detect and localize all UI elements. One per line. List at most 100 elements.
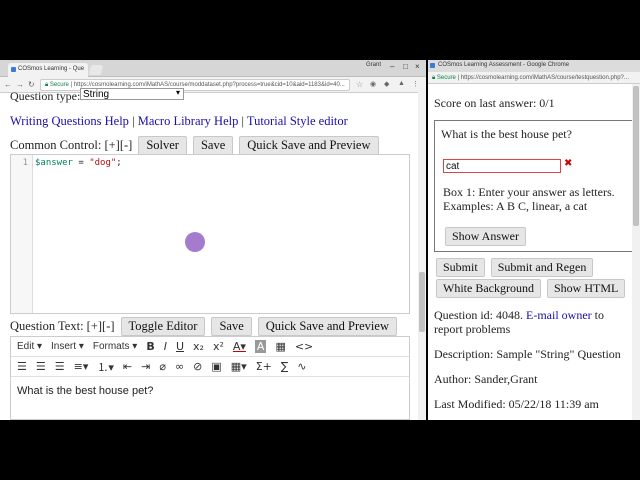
email-owner-link[interactable]: E-mail owner <box>526 308 592 322</box>
browser-tab[interactable]: COSmos Learning - Que <box>8 63 88 77</box>
scrollbar-thumb[interactable] <box>419 272 425 332</box>
answer-instructions: Box 1: Enter your answer as letters. Exa… <box>443 185 615 213</box>
outdent-icon[interactable]: ⇤ <box>123 360 132 373</box>
save-button[interactable]: Save <box>192 136 234 155</box>
close-window-button[interactable]: × <box>415 62 420 71</box>
align-right-icon[interactable]: ☰ <box>55 360 65 373</box>
show-html-button[interactable]: Show HTML <box>546 279 626 298</box>
menu-icon[interactable]: ⋮ <box>412 80 419 88</box>
help-links: Writing Questions Help | Macro Library H… <box>10 114 348 129</box>
tab-strip: COSmos Learning - Que Grant – □ × <box>0 60 426 77</box>
code-variable: $answer <box>35 158 73 168</box>
edit-menu[interactable]: Edit ▾ <box>17 341 42 352</box>
formats-menu[interactable]: Formats ▾ <box>93 341 137 352</box>
incorrect-icon: ✖ <box>564 158 573 169</box>
text-color-icon[interactable]: A▾ <box>233 340 246 353</box>
submit-button[interactable]: Submit <box>436 258 485 277</box>
question-type-value: String <box>83 89 110 100</box>
code-string: "dog" <box>89 158 117 168</box>
extension-icon[interactable]: ◉ <box>370 80 376 88</box>
secure-label: Secure <box>436 75 456 81</box>
extension-icon[interactable]: ▲ <box>398 80 405 87</box>
common-control-row: Common Control: [+][-] Solver Save Quick… <box>10 136 379 155</box>
bullet-list-icon[interactable]: ≡▾ <box>74 360 89 373</box>
preview-scrollbar[interactable] <box>632 84 640 420</box>
toggle-editor-button[interactable]: Toggle Editor <box>120 317 206 336</box>
description-text: Description: Sample "String" Question <box>434 347 621 361</box>
maximize-button[interactable]: □ <box>403 62 408 71</box>
page-scrollbar[interactable] <box>418 88 426 420</box>
code-line[interactable]: $answer = "dog"; <box>35 158 122 168</box>
question-type-select[interactable]: String <box>80 88 184 100</box>
url-input[interactable]: 🔒︎ Secure | https://cosmolearning.com/iM… <box>428 72 640 84</box>
sum-icon[interactable]: ∑ <box>281 360 288 373</box>
display-button-row: White Background Show HTML <box>436 279 626 298</box>
preview-browser-window: COSmos Learning Assessment - Google Chro… <box>428 60 640 420</box>
page-content: Question type: String Writing Questions … <box>0 88 418 420</box>
mouse-cursor-highlight <box>185 232 205 252</box>
table-grid-icon[interactable]: ▦ <box>275 340 285 353</box>
align-left-icon[interactable]: ☰ <box>17 360 27 373</box>
editor-body[interactable]: What is the best house pet? <box>11 377 409 405</box>
rich-text-editor: Edit ▾ Insert ▾ Formats ▾ B I U x₂ x² A▾… <box>10 336 410 420</box>
window-title-bar: COSmos Learning Assessment - Google Chro… <box>428 60 640 72</box>
preview-content: Score on last answer: 0/1 What is the be… <box>428 84 638 420</box>
macro-library-help-link[interactable]: Macro Library Help <box>138 114 239 128</box>
align-center-icon[interactable]: ☰ <box>36 360 46 373</box>
image-icon[interactable]: ▣ <box>211 360 221 373</box>
submit-regen-button[interactable]: Submit and Regen <box>490 258 594 277</box>
code-editor[interactable]: 1 $answer = "dog"; <box>10 154 410 314</box>
scrollbar-thumb[interactable] <box>633 86 639 226</box>
background-color-icon[interactable]: A <box>254 340 267 353</box>
tab-title: COSmos Learning - Que <box>18 66 85 72</box>
show-answer-button[interactable]: Show Answer <box>445 227 527 246</box>
question-text-label[interactable]: Question Text: [+][-] <box>10 319 115 334</box>
link-icon[interactable]: ∞ <box>175 360 184 373</box>
numbered-list-icon[interactable]: ⒈▾ <box>97 359 114 375</box>
save-button[interactable]: Save <box>211 317 252 336</box>
question-text-row: Question Text: [+][-] Toggle Editor Save… <box>10 317 397 336</box>
quick-save-preview-button[interactable]: Quick Save and Preview <box>239 136 379 155</box>
bottom-black-border <box>0 420 640 480</box>
window-title: COSmos Learning Assessment - Google Chro… <box>438 62 570 68</box>
common-control-label[interactable]: Common Control: [+][-] <box>10 138 132 153</box>
source-code-icon[interactable]: <> <box>295 340 313 353</box>
tutorial-style-editor-link[interactable]: Tutorial Style editor <box>247 114 348 128</box>
graph-icon[interactable]: ∿ <box>297 360 306 373</box>
answer-input[interactable] <box>443 159 561 173</box>
editor-browser-window: COSmos Learning - Que Grant – □ × ← → ↻ … <box>0 60 426 420</box>
table-icon[interactable]: ▦▾ <box>231 360 247 373</box>
bold-icon[interactable]: B <box>146 340 154 353</box>
writing-questions-help-link[interactable]: Writing Questions Help <box>10 114 129 128</box>
separator: | <box>128 114 138 128</box>
new-tab-button[interactable] <box>88 65 104 75</box>
extension-icon[interactable]: ◆ <box>384 80 389 88</box>
score-text: Score on last answer: 0/1 <box>434 96 555 110</box>
author-text: Author: Sander,Grant <box>434 372 538 386</box>
line-number: 1 <box>22 158 28 168</box>
question-box: What is the best house pet? ✖ Box 1: Ent… <box>434 120 638 252</box>
quick-save-preview-button[interactable]: Quick Save and Preview <box>257 317 397 336</box>
unlink-icon[interactable]: ⊘ <box>193 360 202 373</box>
subscript-icon[interactable]: x₂ <box>193 340 204 353</box>
question-id-text: Question id: 4048. E-mail owner to repor… <box>434 308 630 336</box>
profile-name[interactable]: Grant <box>366 62 381 68</box>
white-background-button[interactable]: White Background <box>436 279 541 298</box>
italic-icon[interactable]: I <box>164 340 167 353</box>
minimize-button[interactable]: – <box>390 62 394 71</box>
superscript-icon[interactable]: x² <box>213 340 224 353</box>
question-id: Question id: 4048. <box>434 308 523 322</box>
insert-menu[interactable]: Insert ▾ <box>51 341 84 352</box>
underline-icon[interactable]: U <box>176 340 184 353</box>
indent-icon[interactable]: ⇥ <box>141 360 150 373</box>
line-number-gutter: 1 <box>11 155 33 313</box>
solver-button[interactable]: Solver <box>138 136 187 155</box>
submit-button-row: Submit Submit and Regen <box>436 258 594 277</box>
equation-icon[interactable]: Σ+ <box>256 360 272 373</box>
editor-toolbar-row-1: Edit ▾ Insert ▾ Formats ▾ B I U x₂ x² A▾… <box>11 337 409 357</box>
favicon-icon <box>430 63 435 68</box>
question-prompt: What is the best house pet? <box>441 127 572 141</box>
question-type-label: Question type: <box>10 89 81 103</box>
attachment-icon[interactable]: ⌀ <box>159 360 166 373</box>
editor-toolbar-row-2: ☰ ☰ ☰ ≡▾ ⒈▾ ⇤ ⇥ ⌀ ∞ ⊘ ▣ ▦▾ Σ+ ∑ ∿ <box>11 357 409 377</box>
